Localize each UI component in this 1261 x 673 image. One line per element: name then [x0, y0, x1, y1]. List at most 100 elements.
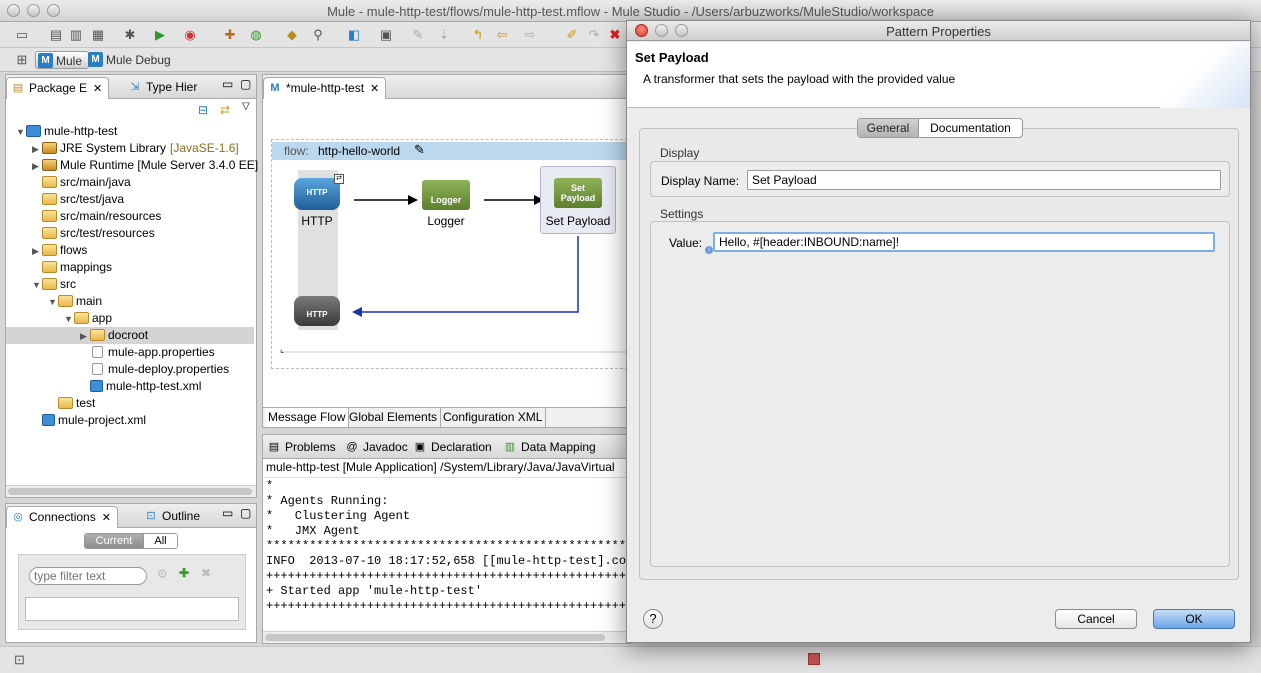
editor-tabbar: M *mule-http-test ✕ [263, 75, 631, 99]
save-all-icon[interactable]: ▦ [90, 27, 106, 43]
stop-icon[interactable]: ✖ [607, 27, 623, 43]
tab-configuration-xml[interactable]: Configuration XML [440, 408, 547, 427]
maximize-icon[interactable]: ▢ [240, 506, 251, 520]
tab-general[interactable]: General [858, 119, 918, 137]
tree-item[interactable]: src/main/java [32, 174, 131, 191]
collapsed-arrow-icon[interactable]: ▶ [80, 328, 90, 345]
tab-type-hierarchy[interactable]: ⇲ Type Hier [124, 77, 203, 99]
horizontal-scrollbar[interactable] [6, 485, 256, 497]
tab-connections[interactable]: ◎ Connections ✕ [6, 506, 118, 528]
new-java-icon[interactable]: ◍ [248, 27, 264, 43]
tree-item[interactable]: ▼ app [64, 310, 112, 327]
tree-item[interactable]: src/test/resources [32, 225, 155, 242]
redo-icon[interactable]: ↷ [586, 27, 602, 43]
perspective-mule-debug-button[interactable]: M Mule Debug [86, 51, 177, 69]
pin-icon[interactable]: ✐ [564, 27, 580, 43]
tab-message-flow[interactable]: Message Flow [265, 408, 350, 427]
annotation-icon[interactable]: ✎ [410, 27, 426, 43]
close-icon[interactable]: ✕ [93, 83, 102, 95]
print-icon[interactable]: ▥ [68, 27, 84, 43]
tree-item[interactable]: ▶ Mule Runtime [Mule Server 3.4.0 EE] [32, 157, 258, 174]
tree-item[interactable]: mule-deploy.properties [80, 361, 229, 378]
value-input[interactable] [713, 232, 1215, 252]
collapse-all-icon[interactable]: ⊟ [198, 103, 208, 117]
tree-item[interactable]: ▼ mule-http-test [16, 123, 117, 140]
tree-item[interactable]: mule-http-test.xml [80, 378, 201, 395]
collapsed-arrow-icon[interactable]: ▶ [32, 158, 42, 175]
collapsed-arrow-icon[interactable]: ▶ [32, 141, 42, 158]
add-icon[interactable]: ✚ [179, 566, 189, 580]
fast-view-icon[interactable]: ⊡ [14, 652, 25, 668]
tree-item[interactable]: ▶ docroot [6, 327, 254, 344]
gear-icon[interactable]: ⚙ [157, 567, 168, 581]
tree-item[interactable]: mule-project.xml [32, 412, 146, 429]
camera-icon[interactable]: ▣ [378, 27, 394, 43]
open-perspective-icon[interactable]: ⊞ [14, 52, 30, 68]
back-icon[interactable]: ⇦ [494, 27, 510, 43]
delete-icon[interactable]: ✖ [201, 566, 211, 580]
close-icon[interactable]: ✕ [370, 83, 379, 95]
new-icon[interactable]: ▭ [14, 27, 30, 43]
tab-global-elements[interactable]: Global Elements [346, 408, 442, 427]
tree-item[interactable]: src/main/resources [32, 208, 161, 225]
file-icon [92, 363, 103, 375]
view-menu-icon[interactable]: ▽ [242, 101, 250, 112]
forward-icon[interactable]: ⇨ [522, 27, 538, 43]
run-icon[interactable]: ▶ [152, 27, 168, 43]
tree-item[interactable]: ▼ src [32, 276, 76, 293]
expanded-arrow-icon[interactable]: ▼ [32, 277, 42, 294]
help-button[interactable]: ? [643, 609, 663, 629]
minimize-icon[interactable]: ▭ [222, 506, 233, 520]
stop-process-icon[interactable] [808, 653, 820, 665]
filter-input[interactable] [29, 567, 147, 585]
tree-item[interactable]: ▼ main [48, 293, 102, 310]
arrow-head-1 [408, 195, 418, 205]
tree-item[interactable]: ▶ JRE System Library [JavaSE-1.6] [32, 140, 239, 157]
set-payload-node-icon[interactable]: Set Payload [554, 178, 602, 208]
collapsed-arrow-icon[interactable]: ▶ [32, 243, 42, 260]
connections-list[interactable] [25, 597, 239, 621]
scroll-thumb[interactable] [8, 488, 252, 495]
ok-button[interactable]: OK [1153, 609, 1235, 629]
segment-all[interactable]: All [143, 534, 177, 548]
perspective-mule-debug-label: Mule Debug [106, 53, 171, 67]
last-edit-icon[interactable]: ↰ [470, 27, 486, 43]
open-task-icon[interactable]: ◧ [346, 27, 362, 43]
tab-mule-http-test[interactable]: M *mule-http-test ✕ [263, 77, 387, 99]
tree-item[interactable]: test [48, 395, 95, 412]
segment-current[interactable]: Current [85, 534, 143, 548]
folder-icon [42, 261, 57, 273]
tree-item[interactable]: mappings [32, 259, 112, 276]
debug-icon[interactable]: ✱ [122, 27, 138, 43]
minimize-icon[interactable]: ▭ [222, 77, 233, 91]
expanded-arrow-icon[interactable]: ▼ [16, 124, 26, 141]
link-editor-icon[interactable]: ⇄ [220, 103, 230, 117]
tab-documentation[interactable]: Documentation [918, 119, 1022, 137]
run-external-icon[interactable]: ◉ [182, 27, 198, 43]
perspective-mule-button[interactable]: M Mule [35, 51, 90, 69]
open-type-icon[interactable]: ◆ [284, 27, 300, 43]
maximize-icon[interactable]: ▢ [240, 77, 251, 91]
tree-item-label: src [60, 277, 76, 291]
editor-bottom-tabs: Message Flow Global Elements Configurati… [263, 407, 631, 427]
search-icon[interactable]: ⚲ [310, 27, 326, 43]
tab-outline[interactable]: ⊡ Outline [140, 506, 206, 528]
tree-item[interactable]: ▶ flows [32, 242, 87, 259]
close-icon[interactable]: ✕ [102, 512, 111, 524]
tab-package-explorer[interactable]: ▤ Package E ✕ [6, 77, 110, 99]
console-output[interactable]: * * Agents Running: * Clustering Agent * JM… [263, 435, 631, 631]
tree-item[interactable]: mule-app.properties [80, 344, 215, 361]
console-scroll-thumb[interactable] [265, 634, 605, 641]
build-icon[interactable]: ✚ [222, 27, 238, 43]
expanded-arrow-icon[interactable]: ▼ [48, 294, 58, 311]
tree-item[interactable]: src/test/java [32, 191, 124, 208]
logger-node-icon[interactable]: Logger [422, 180, 470, 210]
save-icon[interactable]: ▤ [48, 27, 64, 43]
console-scrollbar[interactable] [263, 631, 631, 643]
tree-item-label: mule-http-test [44, 124, 118, 138]
expanded-arrow-icon[interactable]: ▼ [64, 311, 74, 328]
http-response-node-icon[interactable]: HTTP [294, 296, 340, 326]
cancel-button[interactable]: Cancel [1055, 609, 1137, 629]
next-annotation-icon[interactable]: ⇣ [436, 27, 452, 43]
display-name-input[interactable] [747, 170, 1221, 190]
